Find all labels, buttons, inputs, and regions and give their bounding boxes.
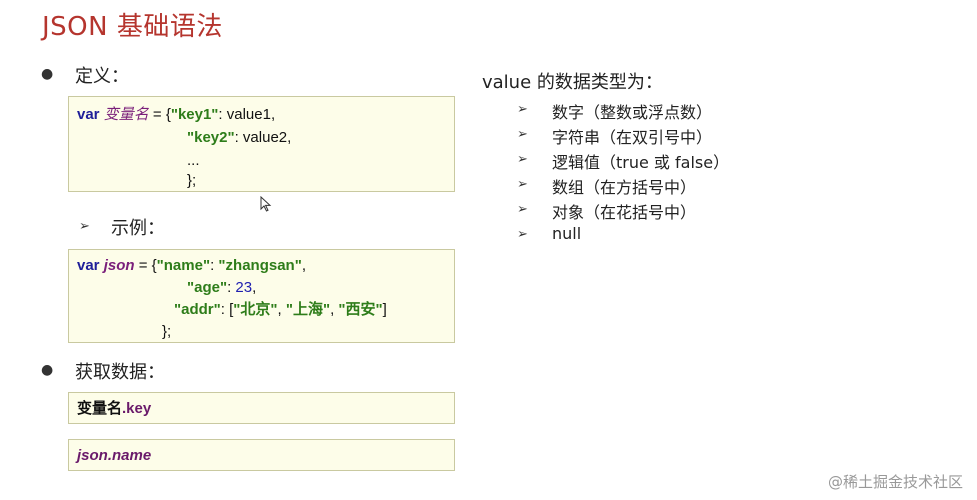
access-key: .key xyxy=(122,400,152,417)
arrow-bullet-icon: ➢ xyxy=(517,177,528,192)
value2: : value2, xyxy=(234,129,292,146)
access-box-varname: 变量名.key xyxy=(68,392,455,424)
example-code-box: var json = {"name": "zhangsan", "age": 2… xyxy=(68,249,455,343)
age-value: 23 xyxy=(235,279,253,296)
arrow-bullet-icon: ➢ xyxy=(79,219,90,234)
separator: , xyxy=(277,301,286,318)
comma: , xyxy=(252,279,257,296)
addr-close: ] xyxy=(382,301,387,318)
assign-brace: = { xyxy=(148,106,171,123)
addr-value-1: "北京" xyxy=(233,301,278,318)
arrow-bullet-icon: ➢ xyxy=(517,227,528,242)
assign-brace: = { xyxy=(134,257,157,274)
mouse-cursor-icon xyxy=(260,196,272,212)
type-boolean: 逻辑值（true 或 false） xyxy=(552,153,730,172)
name-value: "zhangsan" xyxy=(218,257,302,274)
variable-name: 变量名 xyxy=(103,105,149,123)
closing-brace: }; xyxy=(187,172,197,189)
value1: : value1, xyxy=(218,106,276,123)
watermark: @稀土掘金技术社区 xyxy=(827,473,963,491)
definition-code-box: var 变量名 = {"key1": value1, "key2": value… xyxy=(68,96,455,192)
example-label: 示例： xyxy=(111,218,165,239)
bullet-dot-icon: ● xyxy=(41,66,54,82)
access-var: 变量名 xyxy=(77,400,123,417)
age-key: "age" xyxy=(187,279,228,296)
var-keyword: var xyxy=(77,257,100,274)
arrow-bullet-icon: ➢ xyxy=(517,102,528,117)
list-item: ➢ 数字（整数或浮点数） xyxy=(517,99,777,124)
closing-brace: }; xyxy=(162,323,172,340)
types-heading: value 的数据类型为： xyxy=(482,72,663,93)
definition-label: 定义： xyxy=(75,66,129,87)
type-number: 数字（整数或浮点数） xyxy=(552,103,713,122)
name-key: "name" xyxy=(156,257,211,274)
addr-open: : [ xyxy=(220,301,234,318)
addr-value-2: "上海" xyxy=(285,301,331,318)
key2: "key2" xyxy=(187,129,235,146)
bullet-dot-icon: ● xyxy=(41,362,54,378)
list-item: ➢ 字符串（在双引号中） xyxy=(517,124,777,149)
json-variable: json xyxy=(103,257,135,274)
type-object: 对象（在花括号中） xyxy=(552,203,697,222)
type-string: 字符串（在双引号中） xyxy=(552,128,713,147)
list-item: ➢ 逻辑值（true 或 false） xyxy=(517,149,777,174)
type-array: 数组（在方括号中） xyxy=(552,178,697,197)
comma: , xyxy=(301,257,306,274)
type-null: null xyxy=(552,224,582,243)
arrow-bullet-icon: ➢ xyxy=(517,152,528,167)
arrow-bullet-icon: ➢ xyxy=(517,202,528,217)
page-title: JSON 基础语法 xyxy=(42,12,223,42)
addr-value-3: "西安" xyxy=(338,301,383,318)
access-label: 获取数据： xyxy=(75,362,165,383)
list-item: ➢ 数组（在方括号中） xyxy=(517,174,777,199)
list-item: ➢ null xyxy=(517,224,777,249)
addr-key: "addr" xyxy=(174,301,221,318)
list-item: ➢ 对象（在花括号中） xyxy=(517,199,777,224)
key1: "key1" xyxy=(170,106,219,123)
arrow-bullet-icon: ➢ xyxy=(517,127,528,142)
json-name-expression: json.name xyxy=(77,447,152,464)
var-keyword: var xyxy=(77,106,100,123)
access-box-json: json.name xyxy=(68,439,455,471)
